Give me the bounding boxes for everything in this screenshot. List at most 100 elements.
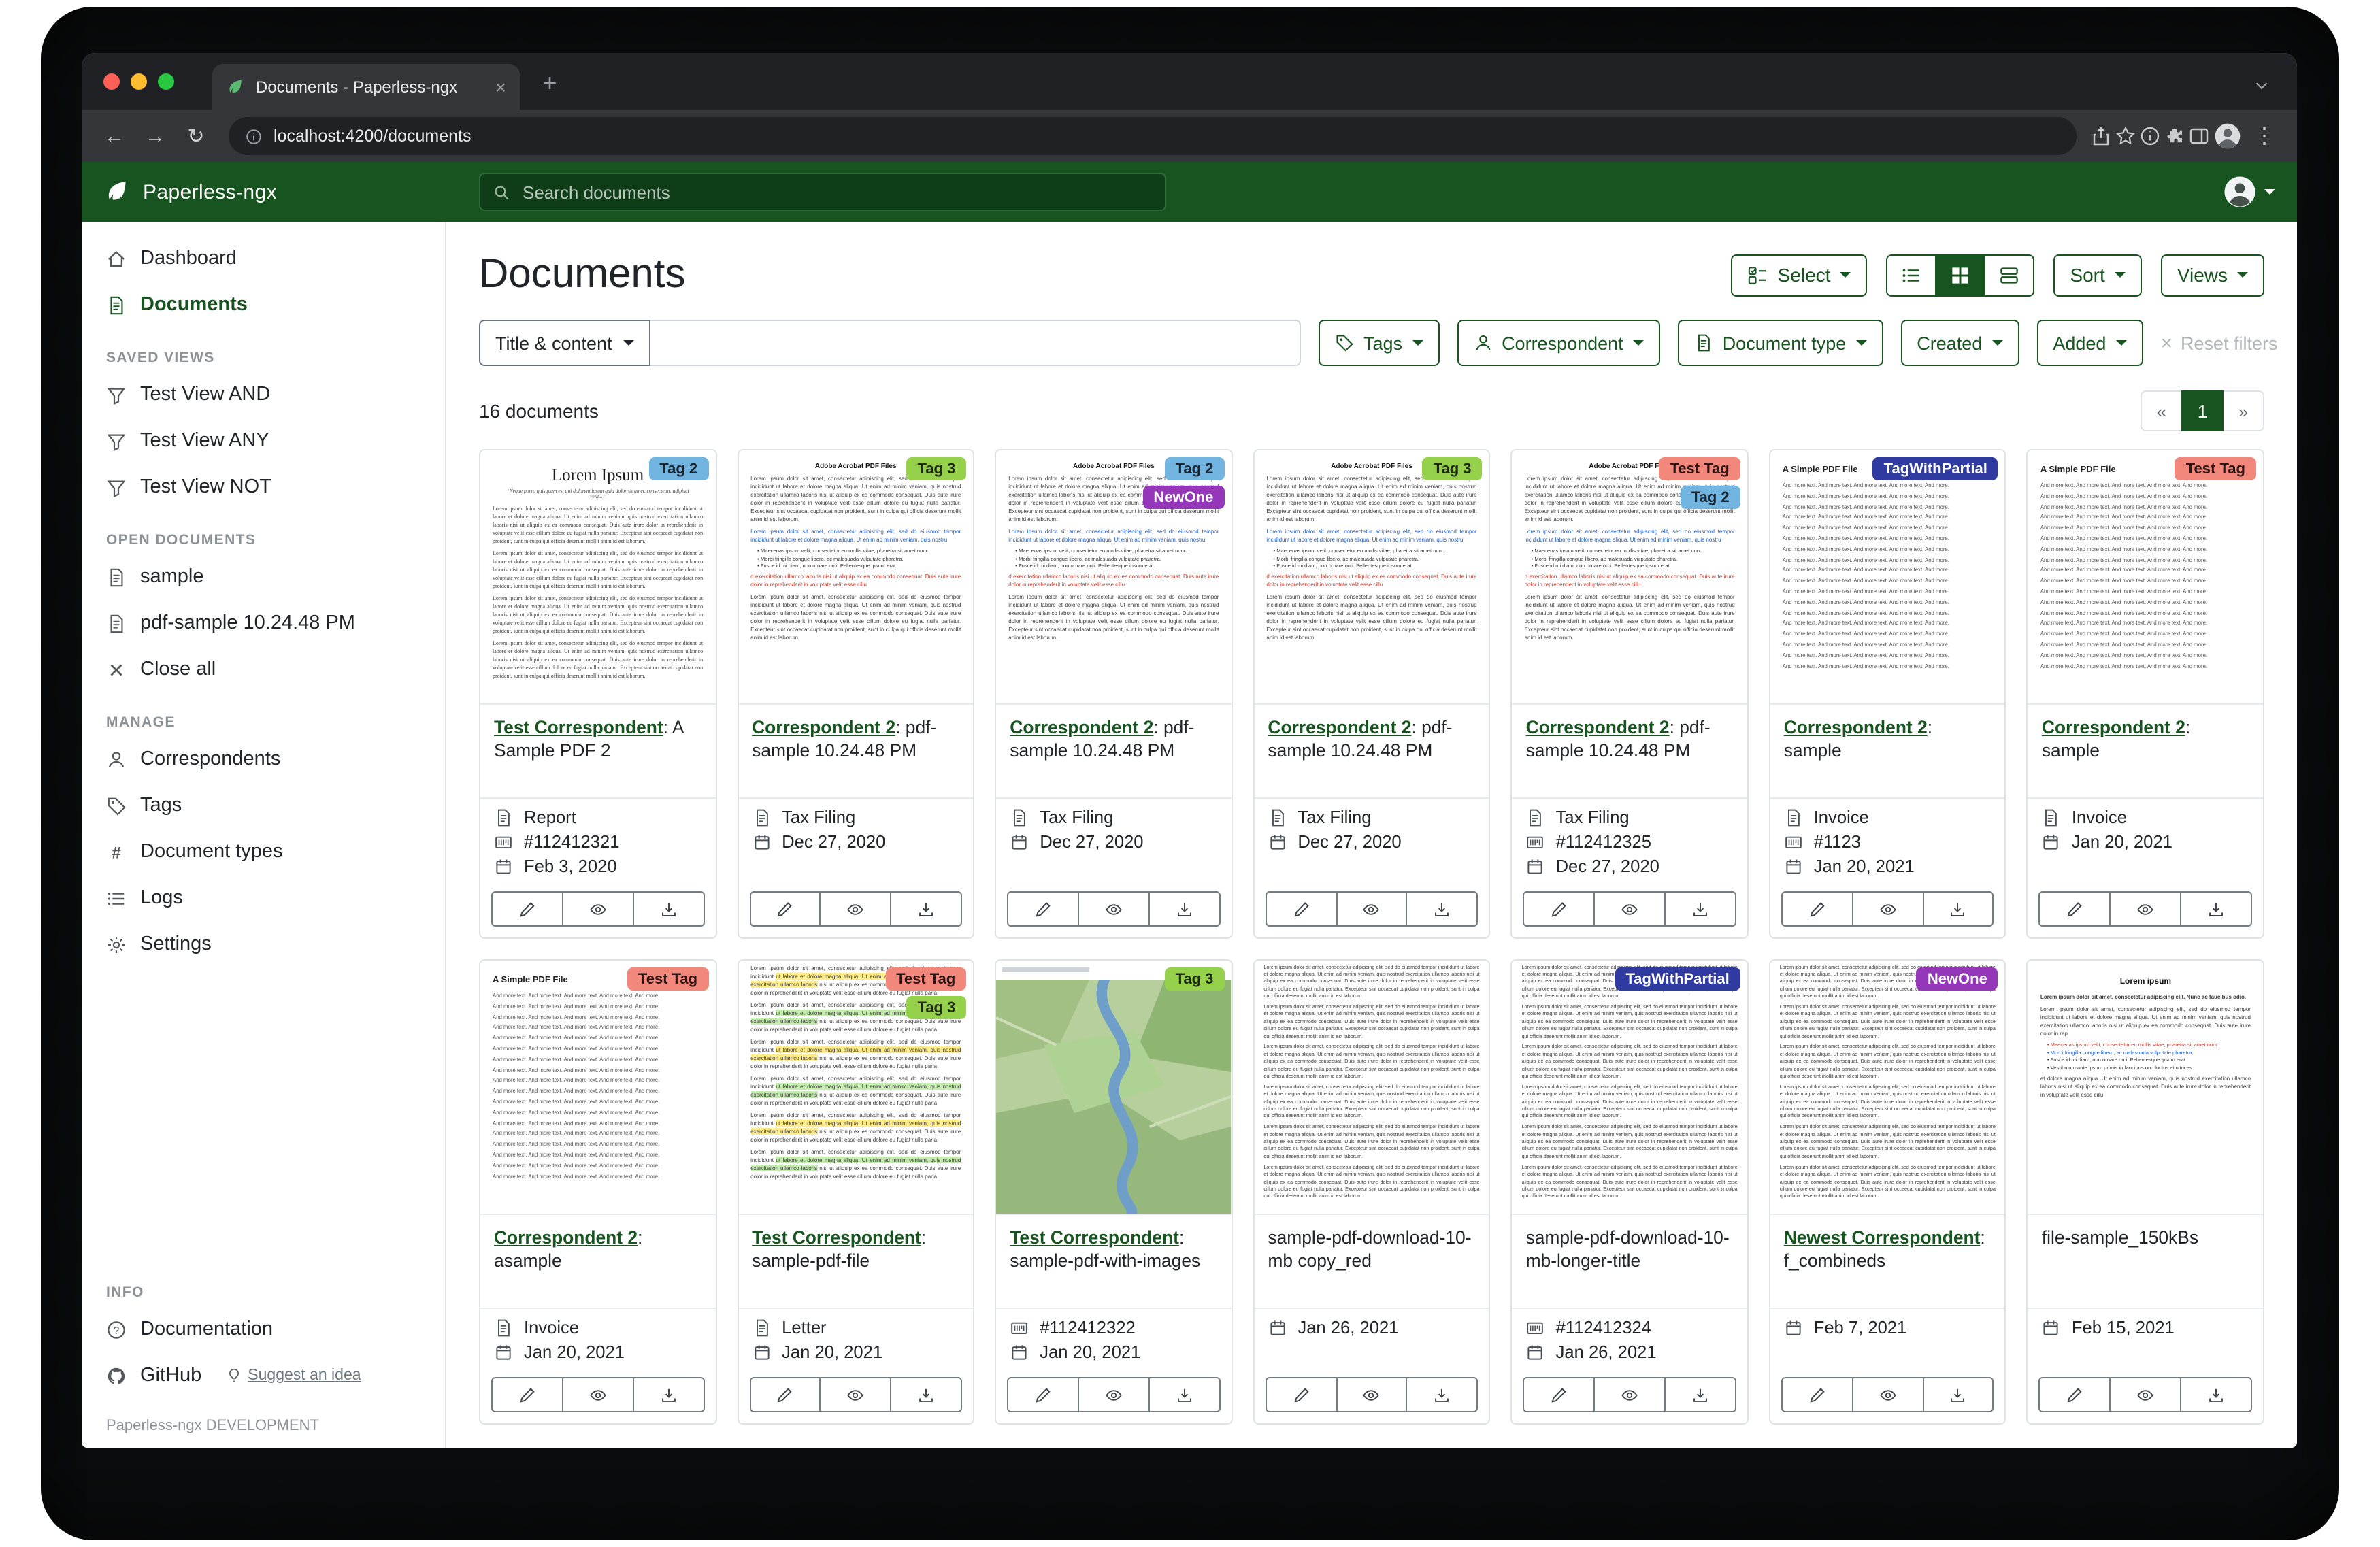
edit-document-button[interactable]: [1523, 1377, 1596, 1412]
pagination-prev-button[interactable]: «: [2141, 390, 2183, 431]
tab-search-chevron-icon[interactable]: [2253, 78, 2270, 94]
edit-document-button[interactable]: [1007, 891, 1079, 927]
document-thumbnail[interactable]: Tag 3: [996, 961, 1231, 1215]
view-document-button[interactable]: [1593, 891, 1666, 927]
sidebar-item-close-all[interactable]: Close all: [82, 646, 445, 693]
card-correspondent-link[interactable]: Test Correspondent: [1010, 1227, 1179, 1248]
new-tab-button[interactable]: +: [533, 67, 566, 99]
document-thumbnail[interactable]: Lorem ipsum dolor sit amet, consectetur …: [1254, 961, 1489, 1215]
edit-document-button[interactable]: [1265, 1377, 1337, 1412]
back-button[interactable]: ←: [95, 117, 133, 155]
sidebar-item-correspondents[interactable]: Correspondents: [82, 736, 445, 782]
sidebar-item-test-view-not[interactable]: Test View NOT: [82, 464, 445, 510]
view-document-button[interactable]: [1078, 1377, 1150, 1412]
view-document-button[interactable]: [1336, 891, 1408, 927]
download-document-button[interactable]: [1406, 1377, 1478, 1412]
view-list-button[interactable]: [1886, 254, 1936, 296]
card-correspondent-link[interactable]: Correspondent 2: [2042, 717, 2185, 737]
download-document-button[interactable]: [632, 891, 704, 927]
site-info-icon[interactable]: [245, 127, 263, 145]
download-document-button[interactable]: [1406, 891, 1478, 927]
tag-badge-tag-2[interactable]: Tag 2: [648, 457, 708, 480]
view-document-button[interactable]: [820, 891, 892, 927]
card-correspondent-link[interactable]: Correspondent 2: [752, 717, 895, 737]
sidebar-item-tags[interactable]: Tags: [82, 782, 445, 829]
tag-badge-test-tag[interactable]: Test Tag: [2175, 457, 2256, 480]
download-document-button[interactable]: [2180, 1377, 2252, 1412]
download-document-button[interactable]: [1664, 891, 1736, 927]
browser-menu-icon[interactable]: ⋮: [2245, 117, 2283, 155]
filter-tags-button[interactable]: Tags: [1319, 320, 1439, 366]
filter-added-button[interactable]: Added: [2036, 320, 2143, 366]
download-document-button[interactable]: [891, 891, 963, 927]
tag-badge-newone[interactable]: NewOne: [1142, 486, 1224, 509]
tag-badge-test-tag[interactable]: Test Tag: [885, 967, 966, 991]
tag-badge-tag-3[interactable]: Tag 3: [906, 457, 966, 480]
edit-document-button[interactable]: [491, 1377, 563, 1412]
view-document-button[interactable]: [2110, 891, 2182, 927]
card-title-text[interactable]: sample-pdf-download-10-mb copy_red: [1268, 1227, 1471, 1271]
sidebar-item-pdf-sample-10-24-48-pm[interactable]: pdf-sample 10.24.48 PM: [82, 600, 445, 646]
edit-document-button[interactable]: [2039, 891, 2111, 927]
download-document-button[interactable]: [1148, 1377, 1221, 1412]
card-correspondent-link[interactable]: Test Correspondent: [752, 1227, 921, 1248]
pagination-page-button[interactable]: 1: [2181, 390, 2224, 431]
filter-correspondent-button[interactable]: Correspondent: [1457, 320, 1660, 366]
tag-badge-newone[interactable]: NewOne: [1917, 967, 1998, 991]
edit-document-button[interactable]: [1781, 1377, 1853, 1412]
card-title-text[interactable]: file-sample_150kBs: [2042, 1227, 2198, 1248]
sidebar-item-test-view-any[interactable]: Test View ANY: [82, 418, 445, 464]
view-detail-button[interactable]: [1984, 254, 2034, 296]
document-thumbnail[interactable]: Adobe Acrobat PDF FilesLorem ipsum dolor…: [996, 450, 1231, 705]
tag-badge-tag-3[interactable]: Tag 3: [1423, 457, 1483, 480]
share-icon[interactable]: [2090, 125, 2112, 147]
sidebar-suggest-an-idea-link[interactable]: Suggest an idea: [226, 1367, 361, 1384]
select-button[interactable]: Select: [1732, 254, 1868, 296]
side-panel-icon[interactable]: [2188, 125, 2210, 147]
edit-document-button[interactable]: [1007, 1377, 1079, 1412]
document-thumbnail[interactable]: Adobe Acrobat PDF FilesLorem ipsum dolor…: [1513, 450, 1747, 705]
tag-badge-tag-2[interactable]: Tag 2: [1681, 486, 1740, 509]
edit-document-button[interactable]: [1523, 891, 1596, 927]
view-grid-button[interactable]: [1935, 254, 1985, 296]
view-document-button[interactable]: [820, 1377, 892, 1412]
bookmark-star-icon[interactable]: [2115, 125, 2136, 147]
page-insights-icon[interactable]: [2139, 125, 2161, 147]
document-thumbnail[interactable]: Adobe Acrobat PDF FilesLorem ipsum dolor…: [738, 450, 973, 705]
reload-button[interactable]: ↻: [177, 117, 215, 155]
tag-badge-tag-2[interactable]: Tag 2: [1165, 457, 1225, 480]
search-input[interactable]: [520, 180, 1153, 203]
card-correspondent-link[interactable]: Test Correspondent: [494, 717, 663, 737]
close-window-button[interactable]: [103, 73, 120, 90]
edit-document-button[interactable]: [2039, 1377, 2111, 1412]
card-correspondent-link[interactable]: Newest Correspondent: [1784, 1227, 1981, 1248]
sidebar-item-document-types[interactable]: #Document types: [82, 829, 445, 875]
maximize-window-button[interactable]: [158, 73, 174, 90]
filter-created-button[interactable]: Created: [1900, 320, 2019, 366]
document-thumbnail[interactable]: Lorem ipsumLorem ipsum dolor sit amet, c…: [2028, 961, 2263, 1215]
tag-badge-tagwithpartial[interactable]: TagWithPartial: [1615, 967, 1740, 991]
view-document-button[interactable]: [2110, 1377, 2182, 1412]
card-correspondent-link[interactable]: Correspondent 2: [1268, 717, 1411, 737]
views-button[interactable]: Views: [2161, 254, 2264, 296]
document-thumbnail[interactable]: A Simple PDF FileAnd more text. And more…: [480, 961, 715, 1215]
card-correspondent-link[interactable]: Correspondent 2: [1010, 717, 1153, 737]
view-document-button[interactable]: [1851, 1377, 1923, 1412]
download-document-button[interactable]: [1148, 891, 1221, 927]
sidebar-item-settings[interactable]: Settings: [82, 921, 445, 967]
browser-profile-icon[interactable]: [2213, 121, 2243, 151]
tab-close-icon[interactable]: ×: [495, 78, 506, 97]
card-correspondent-link[interactable]: Correspondent 2: [1784, 717, 1928, 737]
view-document-button[interactable]: [562, 1377, 634, 1412]
download-document-button[interactable]: [1922, 891, 1994, 927]
extensions-icon[interactable]: [2164, 125, 2185, 147]
filter-text-input[interactable]: [650, 320, 1301, 366]
view-document-button[interactable]: [562, 891, 634, 927]
document-thumbnail[interactable]: Adobe Acrobat PDF FilesLorem ipsum dolor…: [1254, 450, 1489, 705]
card-correspondent-link[interactable]: Correspondent 2: [1526, 717, 1670, 737]
url-bar[interactable]: localhost:4200/documents: [229, 117, 2077, 155]
tag-badge-tag-3[interactable]: Tag 3: [906, 996, 966, 1019]
document-thumbnail[interactable]: Lorem ipsum dolor sit amet, consectetur …: [1513, 961, 1747, 1215]
view-document-button[interactable]: [1593, 1377, 1666, 1412]
view-document-button[interactable]: [1336, 1377, 1408, 1412]
